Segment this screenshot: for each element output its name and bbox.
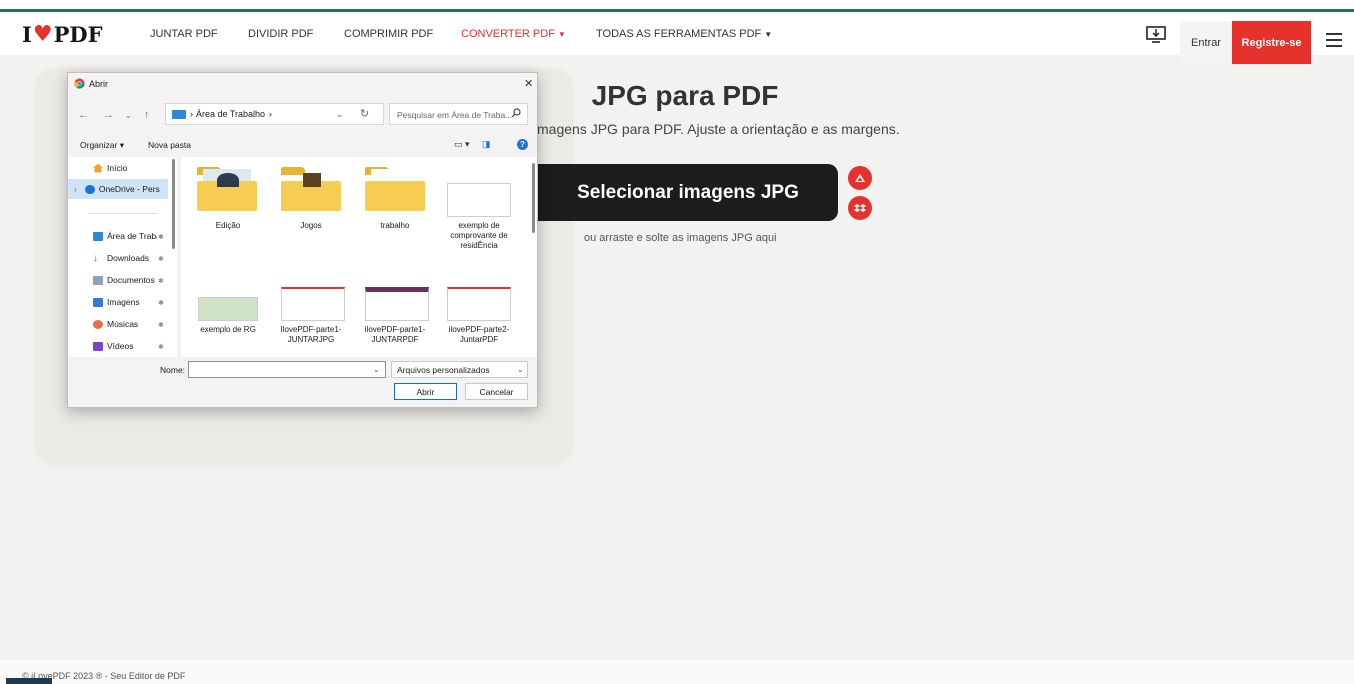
sidebar-scrollbar[interactable] (172, 159, 175, 249)
view-icon: ▭ (454, 139, 463, 149)
file-item-edicao[interactable]: Edição (188, 221, 268, 231)
nav-juntar-pdf[interactable]: JUNTAR PDF (150, 28, 218, 40)
download-icon: ↓ (93, 252, 98, 264)
close-icon[interactable]: ✕ (524, 77, 533, 90)
chrome-icon (74, 78, 85, 89)
search-icon (511, 108, 521, 118)
preview-pane-icon: ◨ (482, 139, 491, 149)
image-thumbnail (447, 183, 511, 217)
dialog-titlebar[interactable]: Abrir ✕ (68, 73, 537, 95)
page-subtitle: magens JPG para PDF. Ajuste a orientação… (537, 121, 900, 137)
folder-icon (197, 167, 257, 211)
nav-todas-ferramentas[interactable]: TODAS AS FERRAMENTAS PDF ▼ (596, 28, 772, 40)
sidebar-item-inicio[interactable]: Início (93, 163, 127, 173)
file-item-parte1-juntarpdf[interactable]: ilovePDF-parte1-JUNTARPDF (355, 325, 435, 345)
top-strip (0, 0, 1354, 9)
folder-icon (281, 167, 341, 211)
nav-dividir-pdf[interactable]: DIVIDIR PDF (248, 28, 313, 40)
desktop-icon (172, 109, 186, 119)
pin-icon: ✱ (158, 234, 164, 241)
dropbox-button[interactable] (848, 196, 872, 220)
pictures-icon (93, 297, 103, 307)
address-dropdown-icon[interactable]: ⌄ (336, 109, 344, 120)
dialog-title: Abrir (89, 79, 109, 89)
sidebar-item-documentos[interactable]: Documentos (93, 275, 155, 285)
folder-icon (365, 167, 425, 211)
forward-arrow-icon[interactable]: → (103, 109, 114, 121)
file-item-parte1-juntarjpg[interactable]: IlovePDF-parte1-JUNTARJPG (271, 325, 351, 345)
sidebar-item-musicas[interactable]: Músicas (93, 319, 138, 329)
file-item-parte2-juntarpdf[interactable]: ilovePDF-parte2-JuntarPDF (439, 325, 519, 345)
nav-converter-pdf[interactable]: CONVERTER PDF ▼ (461, 28, 566, 40)
pin-icon: ✱ (158, 278, 164, 285)
file-item-comprovante[interactable]: exemplo de comprovante de residÊncia (439, 221, 519, 251)
file-item-jogos[interactable]: Jogos (271, 221, 351, 231)
image-thumbnail (365, 287, 429, 321)
desktop-icon (93, 231, 103, 241)
open-button[interactable]: Abrir (394, 383, 457, 400)
open-file-dialog: Abrir ✕ ← → ⌄ ↑ › Área de Trabalho › ⌄ ↻… (67, 72, 538, 408)
filename-input[interactable] (188, 361, 386, 378)
menu-icon[interactable] (1326, 33, 1342, 47)
cloud-icon (84, 184, 95, 194)
music-icon (93, 319, 103, 329)
back-arrow-icon[interactable]: ← (78, 109, 89, 121)
recent-locations-icon[interactable]: ⌄ (125, 111, 132, 120)
google-drive-icon (855, 173, 865, 182)
pin-icon: ✱ (158, 256, 164, 263)
document-icon (93, 275, 103, 285)
help-icon[interactable]: ? (517, 139, 528, 150)
caret-down-icon: ▾ (119, 140, 124, 150)
pin-icon: ✱ (158, 322, 164, 329)
image-thumbnail (281, 287, 345, 321)
sidebar-item-downloads[interactable]: ↓ Downloads (93, 253, 149, 263)
chevron-down-icon[interactable]: ⌄ (517, 365, 524, 374)
desktop-download-icon[interactable] (1146, 26, 1166, 44)
view-options[interactable]: ▭ ▾ ◨ (454, 139, 491, 150)
organize-menu[interactable]: Organizar ▾ (80, 140, 124, 151)
search-input[interactable]: Pesquisar em Área de Traba... (389, 103, 528, 125)
nav-comprimir-pdf[interactable]: COMPRIMIR PDF (344, 28, 433, 40)
select-images-button[interactable]: Selecionar imagens JPG (538, 164, 838, 221)
drop-hint: ou arraste e solte as imagens JPG aqui (584, 232, 777, 244)
pin-icon: ✱ (158, 344, 164, 351)
signup-button[interactable]: Registre-se (1232, 21, 1311, 64)
heart-icon: ♥ (32, 21, 53, 47)
caret-down-icon: ▼ (557, 30, 566, 39)
file-item-trabalho[interactable]: trabalho (355, 221, 435, 231)
site-header: I ♥ PDF JUNTAR PDF DIVIDIR PDF COMPRIMIR… (0, 9, 1354, 64)
pin-icon: ✱ (158, 300, 164, 307)
image-thumbnail (447, 287, 511, 321)
files-scrollbar[interactable] (532, 163, 535, 233)
ilovepdf-logo[interactable]: I ♥ PDF (22, 21, 102, 47)
video-icon (93, 341, 103, 351)
address-bar[interactable]: › Área de Trabalho › (165, 103, 384, 125)
sidebar-item-imagens[interactable]: Imagens (93, 297, 140, 307)
google-drive-button[interactable] (848, 166, 872, 190)
file-type-select[interactable]: Arquivos personalizados (391, 361, 528, 378)
chevron-down-icon[interactable]: ⌄ (373, 365, 380, 374)
file-list-pane: Edição Jogos trabalho exemplo de comprov… (181, 157, 537, 357)
caret-down-icon: ▼ (764, 30, 773, 39)
dropbox-icon (854, 203, 866, 212)
filename-label: Nome: (160, 365, 186, 375)
up-arrow-icon[interactable]: ↑ (144, 109, 150, 121)
footer (0, 660, 1354, 684)
footer-badge (6, 678, 52, 684)
file-item-rg[interactable]: exemplo de RG (188, 325, 268, 335)
navigation-pane: Início › OneDrive - Pers Área de Trabalh… (68, 157, 177, 357)
image-thumbnail (198, 297, 258, 321)
expand-chevron-icon: › (74, 184, 77, 194)
cancel-button[interactable]: Cancelar (465, 383, 528, 400)
sidebar-item-onedrive[interactable]: › OneDrive - Pers (68, 179, 168, 199)
new-folder-button[interactable]: Nova pasta (148, 140, 191, 150)
sidebar-item-area-de-trabalho[interactable]: Área de Trabalho (93, 231, 157, 241)
login-button[interactable]: Entrar (1180, 21, 1232, 64)
sidebar-item-videos[interactable]: Vídeos (93, 341, 133, 351)
page-title: JPG para PDF (591, 80, 779, 111)
home-icon (93, 163, 103, 173)
refresh-icon[interactable]: ↻ (360, 107, 369, 120)
